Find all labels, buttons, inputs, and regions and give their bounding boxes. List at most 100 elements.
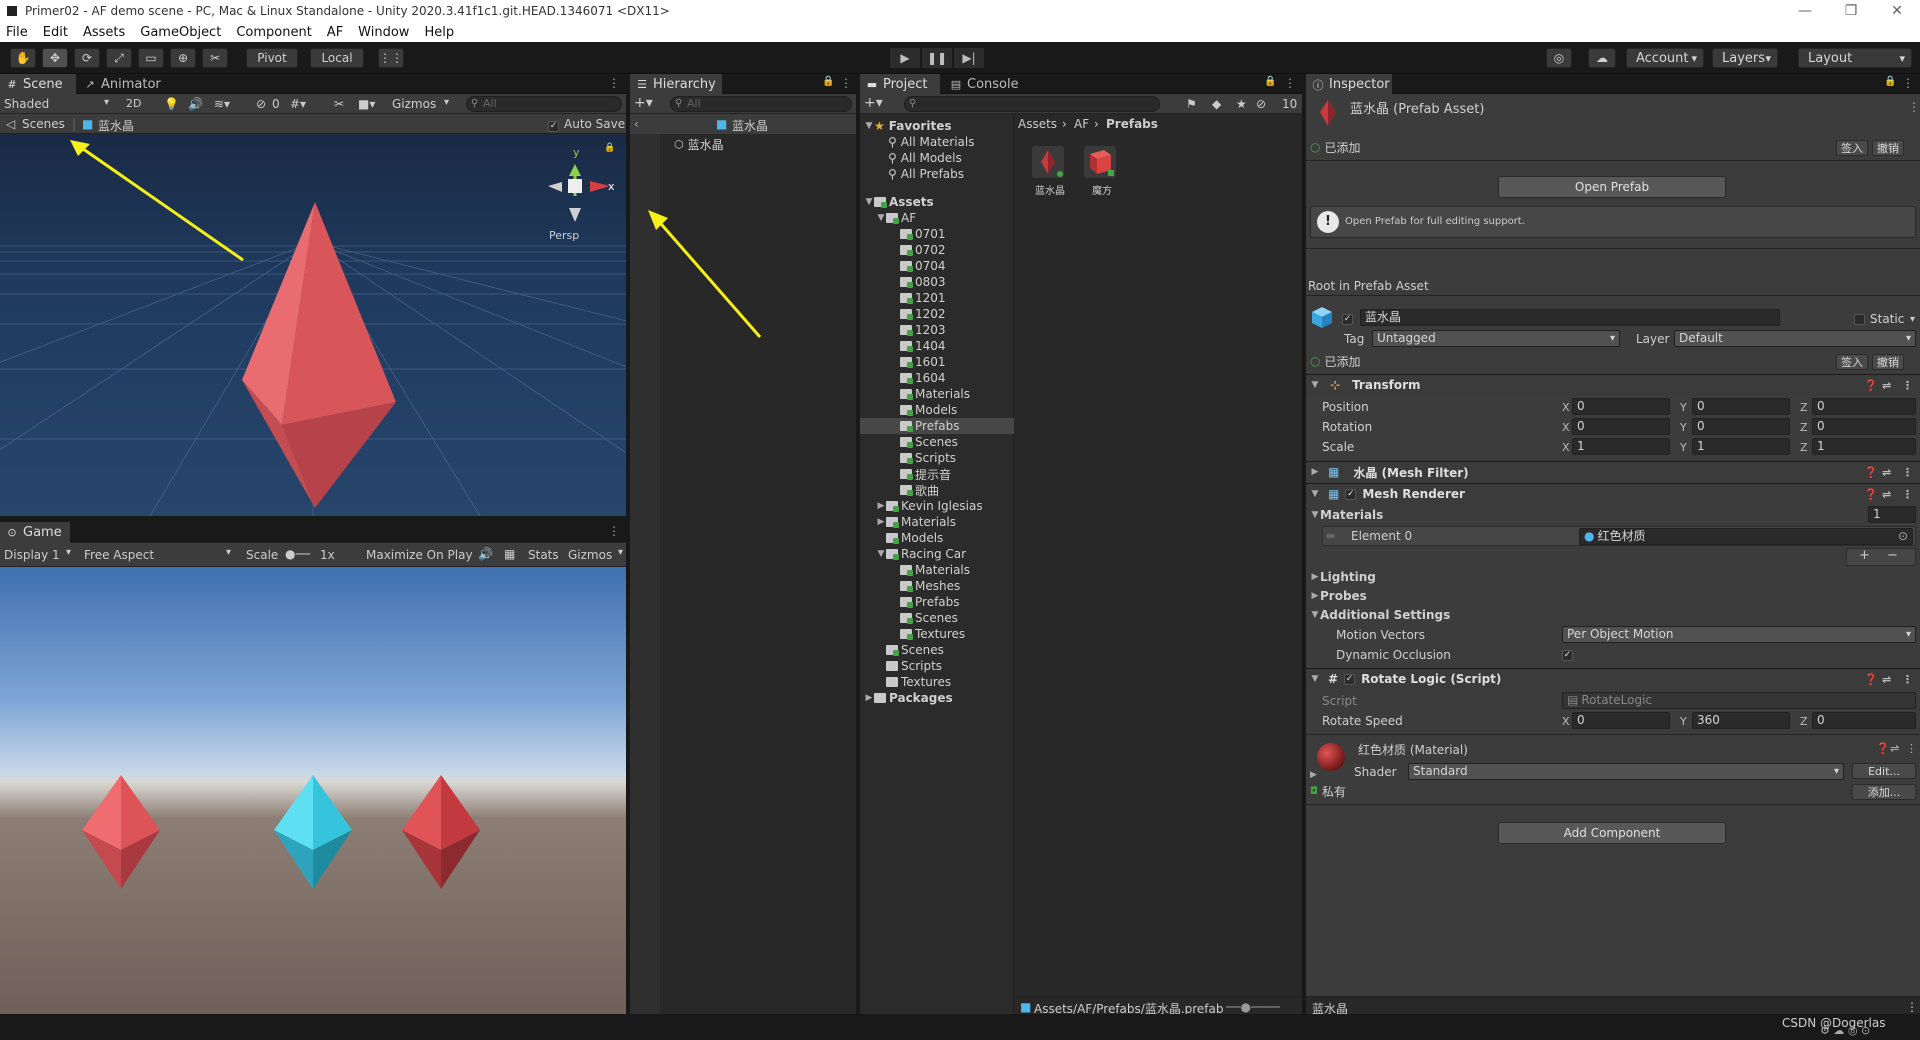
breadcrumb-prefab[interactable]: 蓝水晶 (98, 117, 134, 134)
pause-button[interactable]: ❚❚ (922, 48, 952, 68)
hierarchy-back-icon[interactable]: ‹ (634, 117, 639, 131)
tree-folder[interactable]: 1404 (900, 338, 946, 354)
shading-dropdown-icon[interactable]: ▾ (104, 97, 109, 108)
hierarchy-search-input[interactable]: All (670, 96, 852, 112)
search-by-label-icon[interactable]: ◆ (1212, 97, 1221, 111)
favorite-star-icon[interactable]: ★ (1236, 97, 1247, 111)
mesh-filter-header[interactable]: ▶ ▦ 水晶 (Mesh Filter) ❓ ⇌ ⋮ (1306, 461, 1920, 482)
edit-shader-button[interactable]: Edit... (1852, 763, 1916, 779)
scale-tool-icon[interactable]: ⤢ (106, 48, 132, 68)
grid-icon[interactable]: #▾ (290, 97, 306, 111)
tools-icon[interactable]: ✂ (334, 97, 344, 111)
tree-folder[interactable]: Materials (900, 562, 970, 578)
camera-icon[interactable]: ■▾ (358, 97, 375, 111)
tree-folder[interactable]: 1201 (900, 290, 946, 306)
tree-folder[interactable]: Scripts (886, 658, 942, 674)
motion-vectors-dropdown[interactable]: Per Object Motion ▾ (1562, 626, 1916, 643)
scale-z-field[interactable]: 1 (1812, 438, 1916, 455)
open-prefab-button[interactable]: Open Prefab (1498, 176, 1726, 198)
breadcrumb-prefabs[interactable]: Prefabs (1106, 117, 1158, 131)
tree-folder[interactable]: ▶ Materials (876, 514, 956, 530)
tab-hierarchy[interactable]: ☰ Hierarchy (630, 74, 722, 95)
help-icon[interactable]: ❓ (1864, 466, 1878, 479)
hierarchy-root-label[interactable]: 蓝水晶 (732, 117, 768, 134)
tree-folder[interactable]: Prefabs (900, 594, 960, 610)
element0-field[interactable]: ● 红色材质 ⊙ (1579, 528, 1913, 545)
help-icon[interactable]: ❓ (1864, 488, 1878, 501)
menu-af[interactable]: AF (327, 25, 343, 40)
inspector-lock-icon[interactable]: 🔒 (1884, 76, 1896, 87)
tree-folder[interactable]: ▶ Kevin Iglesias (876, 498, 983, 514)
active-checkbox[interactable]: ✓ (1342, 310, 1353, 328)
maximize-icon[interactable]: ❐ (1828, 0, 1874, 22)
component-menu-icon[interactable]: ⋮ (1902, 673, 1913, 686)
help-icon[interactable]: ❓ (1864, 673, 1878, 686)
stats-toggle[interactable]: Stats (528, 548, 559, 562)
gameobject-cube-icon[interactable] (1310, 304, 1336, 330)
position-x-field[interactable]: 0 (1572, 398, 1670, 415)
menu-window[interactable]: Window (358, 25, 409, 40)
racing-car-folder[interactable]: ▼ Racing Car (876, 546, 967, 562)
display-dropdown[interactable]: Display 1 (4, 548, 60, 562)
tree-folder[interactable]: 0702 (900, 242, 946, 258)
transform-header[interactable]: ▼ ⊹ Transform ❓ ⇌ ⋮ (1306, 374, 1920, 395)
menu-assets[interactable]: Assets (83, 25, 125, 40)
tab-game[interactable]: ⊙ Game (0, 522, 70, 543)
component-menu-icon[interactable]: ⋮ (1902, 466, 1913, 479)
pivot-button[interactable]: Pivot (246, 48, 298, 68)
lighting-foldout[interactable]: ▶ Lighting (1310, 568, 1376, 586)
project-add-icon[interactable]: +▾ (864, 95, 883, 111)
presets-icon[interactable]: ⇌ (1882, 379, 1891, 392)
tree-folder[interactable]: Scenes (900, 610, 958, 626)
tab-inspector[interactable]: ⓘ Inspector (1306, 74, 1392, 95)
packages-folder[interactable]: ▶ Packages (864, 690, 953, 706)
aspect-dropdown[interactable]: Free Aspect (84, 548, 154, 562)
help-icon[interactable]: ❓ (1864, 379, 1878, 392)
scale-slider[interactable]: ●── (285, 547, 310, 561)
rotation-z-field[interactable]: 0 (1812, 418, 1916, 435)
account-dropdown[interactable]: Account (1626, 48, 1704, 68)
mute-audio-icon[interactable]: 🔊 (478, 547, 493, 561)
tree-folder[interactable]: 1604 (900, 370, 946, 386)
breadcrumb-scenes[interactable]: Scenes (22, 117, 65, 131)
probes-foldout[interactable]: ▶ Probes (1310, 587, 1367, 605)
breadcrumb-af[interactable]: AF (1074, 117, 1089, 131)
layer-dropdown[interactable]: Default ▾ (1674, 330, 1916, 347)
asset-tile-cube[interactable]: 魔方 (1082, 144, 1122, 204)
hierarchy-lock-icon[interactable]: 🔒 (822, 76, 834, 87)
layout-dropdown[interactable]: Layout (1798, 48, 1912, 68)
revert-button[interactable]: 撤销 (1872, 354, 1904, 370)
hidden-objects-icon[interactable]: ⊘ (256, 97, 266, 111)
hand-tool-icon[interactable]: ✋ (10, 48, 36, 68)
custom-tool-icon[interactable]: ✂ (202, 48, 228, 68)
grid-snap-icon[interactable]: ⋮⋮ (378, 48, 404, 68)
layers-dropdown[interactable]: Layers (1712, 48, 1778, 68)
revert-button[interactable]: 撤销 (1872, 140, 1904, 156)
favorite-item[interactable]: ⚲ All Models (888, 150, 962, 166)
search-by-type-icon[interactable]: ⚑ (1186, 97, 1197, 111)
tab-project[interactable]: ▬ Project (860, 74, 940, 95)
tree-folder[interactable]: 1203 (900, 322, 946, 338)
tree-folder[interactable]: 0803 (900, 274, 946, 290)
tab-scene[interactable]: # Scene (0, 74, 76, 95)
favorites-header[interactable]: ▼ ★ Favorites (864, 118, 952, 134)
effects-icon[interactable]: ≋▾ (214, 97, 230, 111)
rect-tool-icon[interactable]: ▭ (138, 48, 164, 68)
gizmos-dropdown-icon[interactable]: ▾ (444, 97, 449, 108)
static-dropdown-icon[interactable]: ▾ (1910, 310, 1915, 328)
materials-count-field[interactable]: 1 (1868, 506, 1916, 523)
tree-folder[interactable]: 0701 (900, 226, 946, 242)
rotate-logic-header[interactable]: ▼ # ✓ Rotate Logic (Script) ❓ ⇌ ⋮ (1306, 668, 1920, 689)
af-folder[interactable]: ▼ AF (876, 210, 917, 226)
component-menu-icon[interactable]: ⋮ (1906, 742, 1917, 755)
shader-dropdown[interactable]: Standard ▾ (1408, 763, 1844, 780)
auto-save-checkbox[interactable]: ✓ (548, 117, 559, 132)
checkin-button[interactable]: 签入 (1836, 354, 1868, 370)
mesh-renderer-header[interactable]: ▼ ▦ ✓ Mesh Renderer ❓ ⇌ ⋮ (1306, 483, 1920, 504)
hidden-packages-icon[interactable]: ⊘ (1256, 97, 1266, 111)
add-component-button[interactable]: Add Component (1498, 822, 1726, 844)
menu-gameobject[interactable]: GameObject (140, 25, 221, 40)
tree-folder[interactable]: 1202 (900, 306, 946, 322)
assets-folder[interactable]: ▼ Assets (864, 194, 934, 210)
tab-console[interactable]: ▤ Console (944, 74, 1028, 95)
